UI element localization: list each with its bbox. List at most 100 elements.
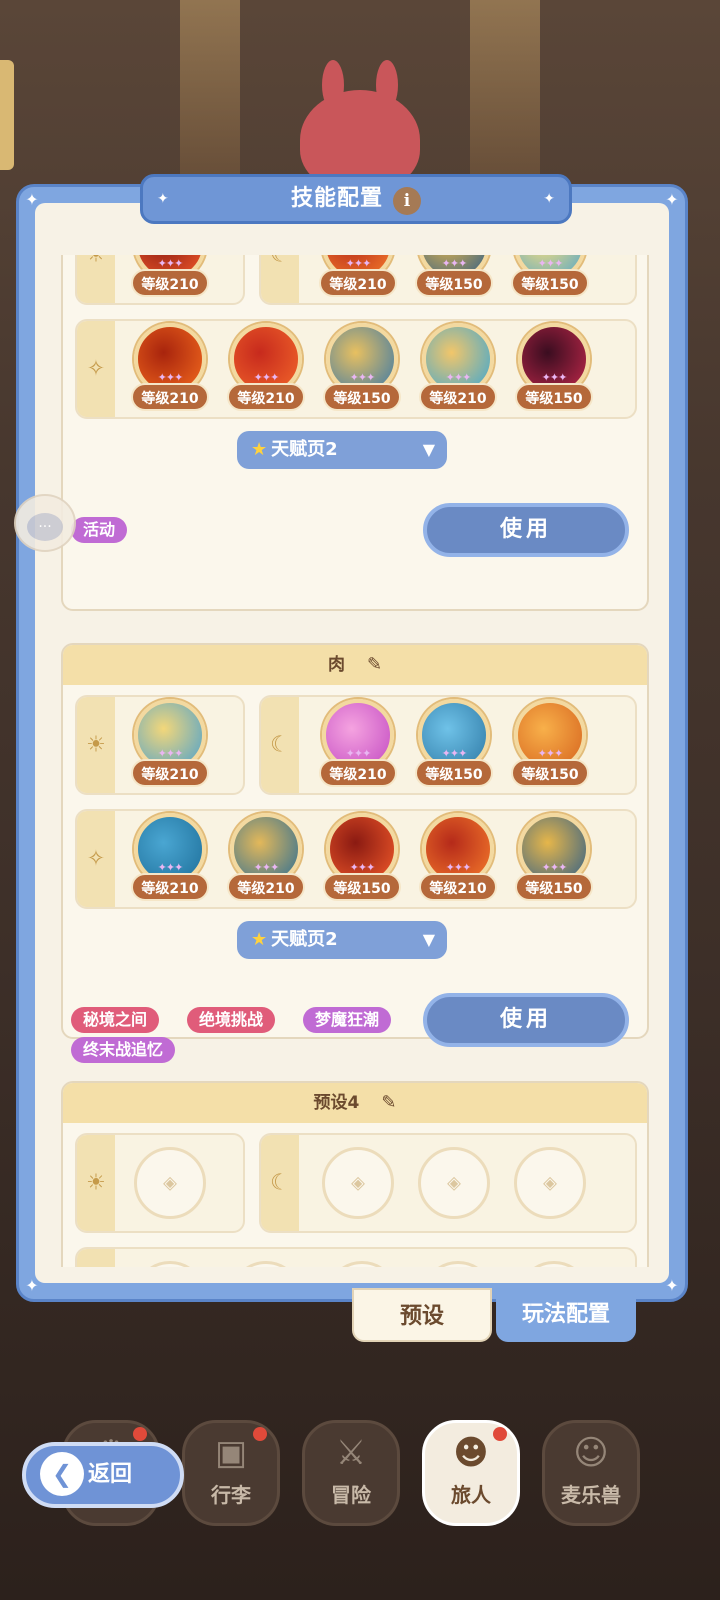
skill-level-badge: 等级210 [419,383,497,411]
star-skill-group: ✧ ✦✦✦ 等级210 ✦✦✦ 等级210 ✦✦✦ 等级150 ✦✦✦ 等级210 ✦✦✦ 等级15… [75,809,637,909]
empty-skill-slot[interactable] [227,1261,305,1267]
background-beam [470,0,540,180]
moon-icon-glyph: ☾ [270,255,290,268]
skill-slot[interactable]: ✦✦✦ 等级150 [511,699,589,793]
mode-tag: 秘境之间 [71,1007,160,1033]
swords-icon: ⚔ [335,1433,367,1473]
skill-slot[interactable]: ✦✦✦ 等级210 [419,813,497,907]
chat-bubble-button[interactable]: ··· [14,494,76,552]
skill-slot[interactable]: ✦✦✦ 等级210 [131,323,209,417]
skill-slot[interactable]: ✦✦✦ 等级210 [227,813,305,907]
preset-card-header: 肉 ✎ [63,645,647,685]
chevron-down-icon: ▼ [422,440,435,459]
skill-slot[interactable]: ✦✦✦ 等级210 [227,323,305,417]
notification-dot [133,1427,147,1441]
skill-level-badge: 等级150 [511,759,589,787]
skill-slot[interactable]: ✦✦✦ 等级150 [323,323,401,417]
skill-slot[interactable]: ✦✦✦ 等级150 [415,699,493,793]
chevron-down-icon: ▼ [422,930,435,949]
skill-level-badge: 等级150 [511,269,589,297]
use-button[interactable]: 使用 [423,993,629,1047]
star-icon-glyph: ✧ [86,846,106,872]
skill-slot[interactable]: ✦✦✦ 等级210 [419,323,497,417]
empty-skill-slot[interactable] [419,1261,497,1267]
star-icon-glyph: ✧ [86,356,106,382]
sun-icon-glyph: ☀ [86,1170,106,1196]
tab-play-config[interactable]: 玩法配置 [496,1288,636,1342]
edit-icon[interactable]: ✎ [367,645,382,685]
skill-slot[interactable]: ✦✦✦ 等级150 [515,813,593,907]
empty-skill-slot[interactable] [415,1147,493,1231]
skill-level-badge: 等级210 [131,873,209,901]
skill-slot[interactable]: ✦✦✦ 等级210 [131,255,209,303]
sun-skill-group: ☀ ✦✦✦ 等级210 [75,695,245,795]
skill-slot[interactable]: ✦✦✦ 等级150 [323,813,401,907]
nav-traveler[interactable]: ☻ 旅人 [422,1420,520,1526]
sun-icon: ☀ [77,255,115,303]
tab-preset[interactable]: 预设 [352,1288,492,1342]
preset-list[interactable]: ☀ ✦✦✦ 等级210 ☾ ✦✦✦ 等级210 ✦✦✦ 等级150 ✦✦✦ 等级150 ✧ ✦✦✦ 等级… [61,255,649,1267]
preset-name: 预设4 [313,1093,360,1113]
star-skill-group: ✧ [75,1247,637,1267]
info-icon[interactable]: i [393,186,421,215]
empty-skill-slot[interactable] [323,1261,401,1267]
empty-slot-ring [322,1147,394,1219]
talent-star-icon: ★ [251,929,268,950]
skill-slot[interactable]: ✦✦✦ 等级210 [319,255,397,303]
mode-tag: 活动 [71,517,128,543]
talent-page-dropdown[interactable]: ★ 天赋页2 ▼ [237,431,447,469]
notification-dot [493,1427,507,1441]
mode-tag: 绝境挑战 [187,1007,276,1033]
skill-slot[interactable]: ✦✦✦ 等级150 [515,323,593,417]
empty-skill-slot[interactable] [319,1147,397,1231]
skill-level-badge: 等级150 [323,383,401,411]
edit-icon[interactable]: ✎ [381,1083,396,1123]
skill-level-badge: 等级150 [415,759,493,787]
skill-level-badge: 等级210 [131,383,209,411]
use-button[interactable]: 使用 [423,503,629,557]
cat-icon: ☺ [573,1433,609,1473]
skill-config-panel: ✦ ✦ ✦ ✦ ☀ ✦✦✦ 等级210 ☾ ✦✦✦ 等级210 ✦✦✦ 等级150 ✦✦✦ 等级1… [16,184,688,1302]
talent-star-icon: ★ [251,439,268,460]
talent-page-label: 天赋页2 [271,929,338,950]
skill-level-badge: 等级150 [515,873,593,901]
chat-icon: ··· [27,513,63,541]
nav-pet[interactable]: ☺ 麦乐兽 [542,1420,640,1526]
skill-level-badge: 等级210 [227,383,305,411]
sun-icon-glyph: ☀ [86,255,106,268]
star-icon: ✧ [77,1249,115,1267]
moon-skill-group: ☾ [259,1133,637,1233]
skill-level-badge: 等级150 [323,873,401,901]
sun-skill-group: ☀ ✦✦✦ 等级210 [75,255,245,305]
empty-skill-slot[interactable] [131,1261,209,1267]
skill-slot[interactable]: ✦✦✦ 等级150 [415,255,493,303]
preset-card: 预设4 ✎ ☀ ☾ ✧ [61,1081,649,1267]
empty-skill-slot[interactable] [515,1261,593,1267]
skill-slot[interactable]: ✦✦✦ 等级210 [131,813,209,907]
star-icon: ✧ [77,811,115,907]
title-ornament-icon: ✦ [157,191,169,207]
talent-page-dropdown[interactable]: ★ 天赋页2 ▼ [237,921,447,959]
moon-icon: ☾ [261,1135,299,1231]
skill-slot[interactable]: ✦✦✦ 等级150 [511,255,589,303]
nav-adventure[interactable]: ⚔ 冒险 [302,1420,400,1526]
empty-skill-slot[interactable] [131,1147,209,1231]
talent-page-label: 天赋页2 [271,439,338,460]
empty-slot-ring [422,1261,494,1267]
skill-level-badge: 等级210 [227,873,305,901]
mode-tag: 梦魔狂潮 [303,1007,392,1033]
empty-slot-ring [326,1261,398,1267]
preset-card: ☀ ✦✦✦ 等级210 ☾ ✦✦✦ 等级210 ✦✦✦ 等级150 ✦✦✦ 等级150 ✧ ✦✦✦ 等级… [61,255,649,611]
skill-slot[interactable]: ✦✦✦ 等级210 [131,699,209,793]
empty-skill-slot[interactable] [511,1147,589,1231]
nav-luggage[interactable]: ▣ 行李 [182,1420,280,1526]
skill-slot[interactable]: ✦✦✦ 等级210 [319,699,397,793]
preset-card-header: 预设4 ✎ [63,1083,647,1123]
back-button[interactable]: ❮ 返回 [22,1442,184,1508]
star-skill-group: ✧ ✦✦✦ 等级210 ✦✦✦ 等级210 ✦✦✦ 等级150 ✦✦✦ 等级210 ✦✦✦ 等级15… [75,319,637,419]
sun-skill-group: ☀ [75,1133,245,1233]
title-bar: ✦ 技能配置 i ✦ [140,174,572,224]
title-ornament-icon: ✦ [543,191,555,207]
moon-skill-group: ☾ ✦✦✦ 等级210 ✦✦✦ 等级150 ✦✦✦ 等级150 [259,695,637,795]
star-icon: ✧ [77,321,115,417]
